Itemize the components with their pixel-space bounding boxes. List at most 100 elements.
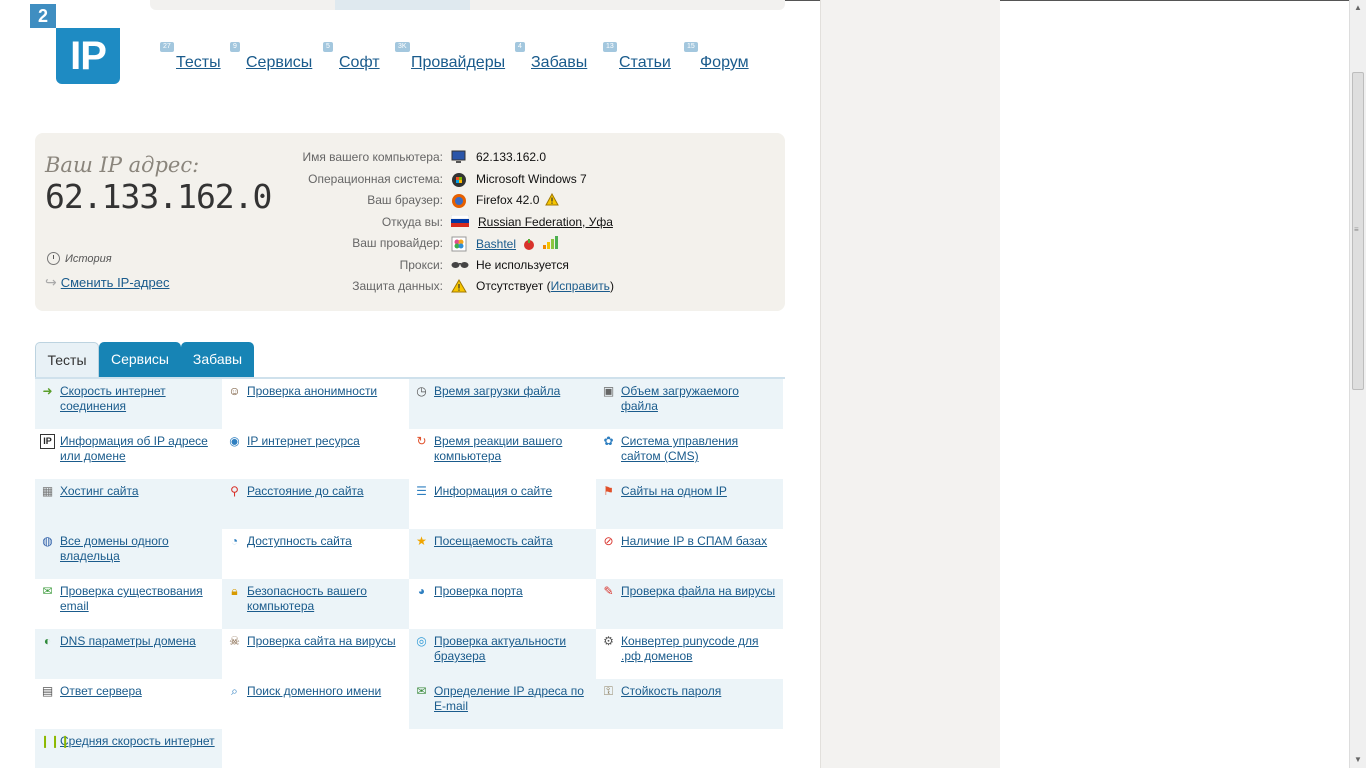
star-icon: ★ (416, 534, 427, 548)
test-link[interactable]: Информация об IP адресе или домене (60, 434, 208, 463)
test-link[interactable]: IP интернет ресурса (247, 434, 360, 448)
protection-suffix: ) (609, 279, 614, 293)
list-item[interactable]: ⌕ Поиск доменного имени (222, 679, 409, 729)
list-item[interactable]: ▦ Хостинг сайта (35, 479, 222, 529)
nav-label[interactable]: Тесты (176, 54, 221, 72)
list-item[interactable]: ☰ Информация о сайте (409, 479, 596, 529)
list-item[interactable]: ◎ Проверка актуальности браузера (409, 629, 596, 679)
test-link[interactable]: Все домены одного владельца (60, 534, 169, 563)
test-link[interactable]: Проверка существования email (60, 584, 203, 613)
list-item[interactable]: ↻ Время реакции вашего компьютера (409, 429, 596, 479)
search-domain-icon: ⌕ (231, 684, 238, 698)
list-item[interactable]: ⚑ Сайты на одном IP (596, 479, 783, 529)
list-item[interactable]: IP Информация об IP адресе или домене (35, 429, 222, 479)
change-ip-link[interactable]: ↪ Сменить IP-адрес (45, 274, 169, 291)
info-label: Имя вашего компьютера: (302, 150, 443, 164)
speed-arrow-icon: ➜ (42, 384, 53, 398)
warning-icon[interactable] (545, 192, 560, 209)
scroll-thumb[interactable]: ≡ (1352, 72, 1364, 390)
test-link[interactable]: Стойкость пароля (621, 684, 721, 698)
list-item[interactable]: ✉ Определение IP адреса по E-mail (409, 679, 596, 729)
test-link[interactable]: DNS параметры домена (60, 634, 196, 648)
test-link[interactable]: Проверка актуальности браузера (434, 634, 566, 663)
info-label: Операционная система: (308, 171, 443, 186)
location-link[interactable]: Russian Federation, Уфа (478, 215, 613, 229)
signal-bars-icon[interactable] (542, 236, 559, 253)
info-row-provider: Ваш провайдер: Bashtel (235, 234, 795, 256)
list-item[interactable]: 🔒︎ Безопасность вашего компьютера (222, 579, 409, 629)
nav-label[interactable]: Забавы (531, 54, 587, 72)
test-link[interactable]: Сайты на одном IP (621, 484, 727, 498)
history-link[interactable]: История (47, 252, 112, 265)
test-link[interactable]: Поиск доменного имени (247, 684, 381, 698)
scrollbar[interactable]: ▲ ≡ ▼ (1349, 0, 1366, 768)
test-link[interactable]: Хостинг сайта (60, 484, 139, 498)
list-item[interactable]: ★ Посещаемость сайта (409, 529, 596, 579)
test-link[interactable]: Информация о сайте (434, 484, 552, 498)
speed-icon[interactable] (522, 237, 536, 253)
info-row-proxy: Прокси: Не используется (235, 256, 795, 278)
test-link[interactable]: Средняя скорость интернет (60, 734, 215, 748)
lock-icon: 🔒︎ (231, 584, 238, 598)
provider-link[interactable]: Bashtel (476, 237, 516, 251)
nav-badge: 9 (230, 42, 240, 52)
info-value-wrap: Firefox 42.0 (476, 192, 560, 209)
test-link[interactable]: Безопасность вашего компьютера (247, 584, 367, 613)
list-item[interactable]: ➜ Скорость интернет соединения (35, 379, 222, 429)
test-link[interactable]: Проверка порта (434, 584, 523, 598)
test-link[interactable]: Время загрузки файла (434, 384, 560, 398)
test-link[interactable]: Расстояние до сайта (247, 484, 364, 498)
browser-icon: ◎ (416, 634, 427, 648)
list-item[interactable]: ⊘ Наличие IP в СПАМ базах (596, 529, 783, 579)
list-item[interactable]: ▤ Ответ сервера (35, 679, 222, 729)
list-item[interactable]: ⚿ Стойкость пароля (596, 679, 783, 729)
test-link[interactable]: Проверка файла на вирусы (621, 584, 775, 598)
info-value-wrap: Bashtel (476, 236, 559, 253)
info-row-browser: Ваш браузер: Firefox 42.0 (235, 191, 795, 213)
cms-icon: ✿ (603, 434, 614, 448)
nav-label[interactable]: Статьи (619, 54, 671, 72)
list-item[interactable]: ☠ Проверка сайта на вирусы (222, 629, 409, 679)
test-link[interactable]: Наличие IP в СПАМ базах (621, 534, 767, 548)
test-link[interactable]: Конвертер punycode для .рф доменов (621, 634, 759, 663)
test-link[interactable]: Система управления сайтом (CMS) (621, 434, 738, 463)
test-link[interactable]: Посещаемость сайта (434, 534, 553, 548)
test-link[interactable]: Объем загружаемого файла (621, 384, 739, 413)
scroll-down-icon[interactable]: ▼ (1350, 752, 1366, 768)
clock-icon (47, 252, 60, 265)
list-item[interactable]: ✿ Система управления сайтом (CMS) (596, 429, 783, 479)
test-link[interactable]: Доступность сайта (247, 534, 352, 548)
change-ip-label[interactable]: Сменить IP-адрес (61, 275, 170, 290)
scroll-up-icon[interactable]: ▲ (1350, 0, 1366, 16)
list-item[interactable]: ◷ Время загрузки файла (409, 379, 596, 429)
list-item[interactable]: ◍ Все домены одного владельца (35, 529, 222, 579)
test-link[interactable]: Проверка сайта на вирусы (247, 634, 396, 648)
test-link[interactable]: Время реакции вашего компьютера (434, 434, 562, 463)
test-link[interactable]: Ответ сервера (60, 684, 142, 698)
list-item[interactable]: ❙❙❙ Средняя скорость интернет (35, 729, 222, 768)
tab-services[interactable]: Сервисы (99, 342, 181, 378)
list-item[interactable]: ◉ IP интернет ресурса (222, 429, 409, 479)
nav-label[interactable]: Форум (700, 54, 749, 72)
list-item[interactable]: ◐ DNS параметры домена (35, 629, 222, 679)
test-link[interactable]: Определение IP адреса по E-mail (434, 684, 584, 713)
list-item[interactable]: ◔ Доступность сайта (222, 529, 409, 579)
list-item[interactable]: ☺ Проверка анонимности (222, 379, 409, 429)
list-item[interactable]: ⚙ Конвертер punycode для .рф доменов (596, 629, 783, 679)
nav-label[interactable]: Софт (339, 54, 380, 72)
list-item[interactable]: ✉ Проверка существования email (35, 579, 222, 629)
test-link[interactable]: Скорость интернет соединения (60, 384, 166, 413)
list-item[interactable]: ▣ Объем загружаемого файла (596, 379, 783, 429)
list-item[interactable]: ✎ Проверка файла на вирусы (596, 579, 783, 629)
tab-fun[interactable]: Забавы (181, 342, 254, 378)
fix-link[interactable]: Исправить (551, 279, 610, 293)
test-link[interactable]: Проверка анонимности (247, 384, 377, 398)
tab-tests[interactable]: Тесты (35, 342, 99, 378)
nav-label[interactable]: Провайдеры (411, 54, 505, 72)
nav-label[interactable]: Сервисы (246, 54, 312, 72)
info-label: Ваш браузер: (367, 193, 443, 207)
list-item[interactable]: ⚲ Расстояние до сайта (222, 479, 409, 529)
list-item[interactable]: ◕ Проверка порта (409, 579, 596, 629)
map-pin-icon: ⚲ (230, 484, 239, 498)
top-tab-strip (150, 0, 785, 10)
